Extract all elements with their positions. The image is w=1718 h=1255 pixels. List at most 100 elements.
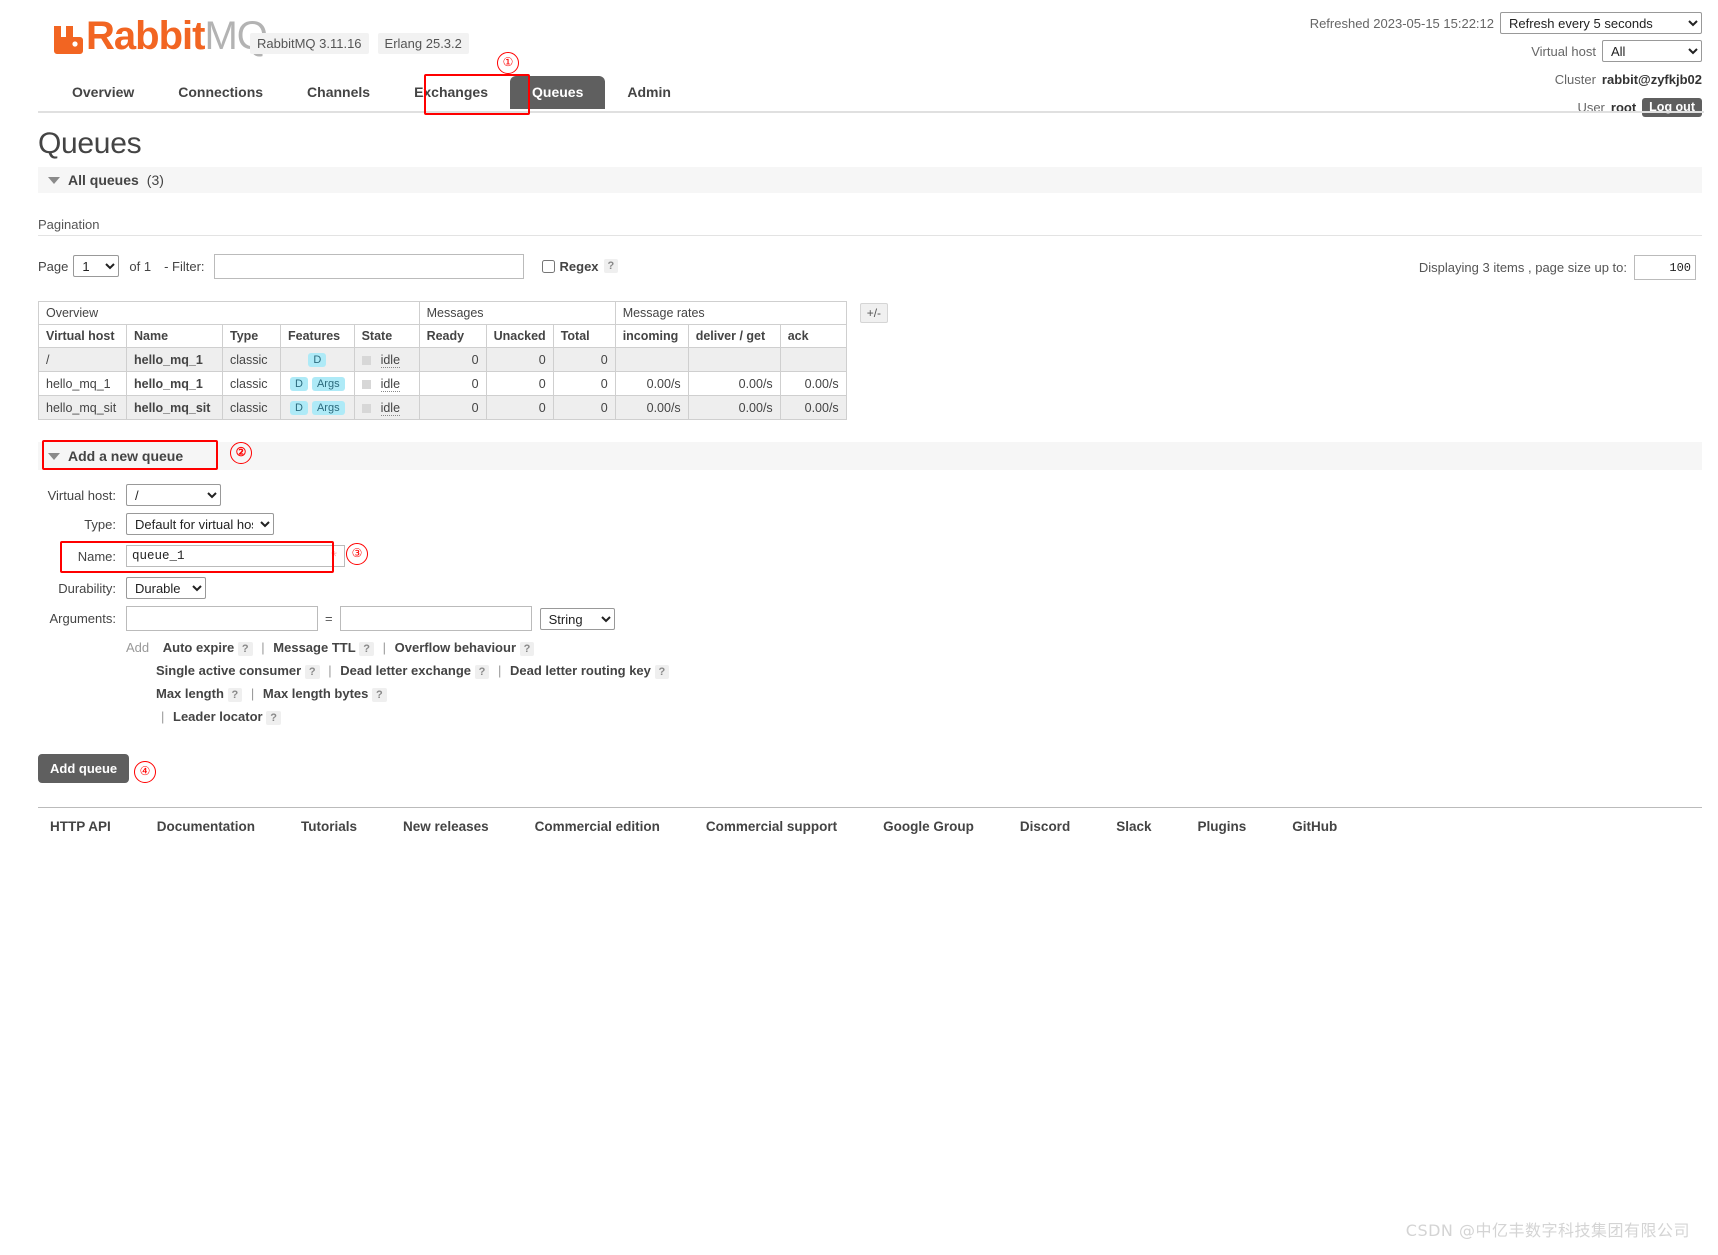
cell-queue-name[interactable]: hello_mq_1	[126, 347, 223, 372]
refresh-interval-select[interactable]: Refresh every 5 seconds	[1500, 12, 1702, 34]
footer-link-tutorials[interactable]: Tutorials	[301, 819, 357, 834]
footer-link-plugins[interactable]: Plugins	[1197, 819, 1246, 834]
column-incoming[interactable]: incoming	[614, 324, 689, 348]
footer-link-documentation[interactable]: Documentation	[157, 819, 255, 834]
logo-text-rabbit: Rabbit	[86, 14, 205, 58]
footer-link-github[interactable]: GitHub	[1292, 819, 1337, 834]
tab-channels[interactable]: Channels	[285, 76, 392, 109]
queue-name-input[interactable]	[127, 546, 327, 566]
filter-input[interactable]	[213, 253, 524, 279]
regex-toggle[interactable]: Regex ?	[541, 259, 619, 274]
footer-link-google-group[interactable]: Google Group	[883, 819, 974, 834]
argument-value-input[interactable]	[339, 606, 532, 631]
user-row: User root Log out	[1310, 96, 1702, 118]
footer-link-discord[interactable]: Discord	[1020, 819, 1070, 834]
preset-message-ttl[interactable]: Message TTL	[273, 640, 355, 655]
tab-queues[interactable]: Queues	[510, 76, 606, 109]
cell-virtual-host: /	[38, 347, 127, 372]
add-queue-section-header[interactable]: Add a new queue ②	[38, 440, 1702, 470]
footer-link-commercial-edition[interactable]: Commercial edition	[535, 819, 660, 834]
table-group-header-row: Overview Messages Message rates	[38, 301, 847, 325]
type-field-select[interactable]: Default for virtual host	[126, 513, 274, 535]
preset-dead-letter-exchange[interactable]: Dead letter exchange	[340, 663, 471, 678]
footer-link-slack[interactable]: Slack	[1116, 819, 1151, 834]
preset-max-length-bytes[interactable]: Max length bytes	[263, 686, 368, 701]
preset-single-active-consumer[interactable]: Single active consumer	[156, 663, 301, 678]
footer-link-http-api[interactable]: HTTP API	[50, 819, 111, 834]
table-row[interactable]: hello_mq_sit hello_mq_sit classic D Args …	[38, 395, 847, 420]
overflow-behaviour-help-icon[interactable]: ?	[519, 642, 535, 656]
column-ready[interactable]: Ready	[418, 324, 487, 348]
state-text: idle	[380, 400, 401, 416]
argument-type-select[interactable]: String	[539, 607, 615, 630]
max-length-help-icon[interactable]: ?	[227, 688, 243, 702]
single-active-consumer-help-icon[interactable]: ?	[304, 665, 320, 679]
page-title: Queues	[38, 127, 142, 160]
column-type[interactable]: Type	[222, 324, 281, 348]
page-size-input[interactable]	[1634, 255, 1696, 280]
separator: |	[250, 686, 255, 701]
cell-state: idle	[353, 395, 420, 420]
regex-checkbox[interactable]	[541, 259, 555, 273]
leader-locator-help-icon[interactable]: ?	[266, 711, 281, 725]
column-ack[interactable]: ack	[779, 324, 847, 348]
add-queue-button[interactable]: Add queue	[38, 754, 130, 783]
cell-queue-name[interactable]: hello_mq_sit	[126, 395, 223, 420]
dead-letter-routing-key-help-icon[interactable]: ?	[654, 665, 670, 679]
preset-dead-letter-routing-key[interactable]: Dead letter routing key	[510, 663, 651, 678]
preset-auto-expire[interactable]: Auto expire	[163, 640, 235, 655]
cell-state: idle	[353, 347, 420, 372]
form-row-name: Name: * ③	[0, 541, 1718, 573]
chevron-down-icon[interactable]	[48, 452, 60, 460]
auto-expire-help-icon[interactable]: ?	[237, 642, 253, 656]
displaying-info: Displaying 3 items , page size up to:	[1419, 255, 1696, 280]
form-row-virtual-host: Virtual host: /	[0, 484, 1718, 506]
preset-max-length[interactable]: Max length	[156, 686, 224, 701]
max-length-bytes-help-icon[interactable]: ?	[372, 688, 387, 702]
name-field-wrapper[interactable]: *	[126, 545, 345, 567]
dead-letter-exchange-help-icon[interactable]: ?	[474, 665, 490, 679]
argument-key-input[interactable]	[126, 606, 318, 631]
argument-presets: Add Auto expire ? | Message TTL ? | Over…	[126, 638, 1718, 728]
cell-queue-name[interactable]: hello_mq_1	[126, 371, 223, 396]
pagination-controls: Page 1 of 1 - Filter: Regex ? Displaying…	[38, 253, 1718, 280]
table-row[interactable]: hello_mq_1 hello_mq_1 classic D Args idle…	[38, 371, 847, 396]
column-features[interactable]: Features	[280, 324, 355, 348]
cell-features: D Args	[280, 371, 355, 396]
form-row-type: Type: Default for virtual host	[0, 513, 1718, 535]
toggle-columns-button[interactable]: +/-	[859, 303, 889, 323]
column-virtual-host[interactable]: Virtual host	[38, 324, 127, 348]
tab-exchanges[interactable]: Exchanges	[392, 76, 510, 109]
all-queues-section-header[interactable]: All queues (3)	[38, 167, 1702, 193]
footer-link-commercial-support[interactable]: Commercial support	[706, 819, 837, 834]
preset-leader-locator[interactable]: Leader locator	[173, 709, 263, 724]
column-name[interactable]: Name	[126, 324, 223, 348]
table-row[interactable]: / hello_mq_1 classic D idle 0 0 0	[38, 347, 847, 372]
footer-link-new-releases[interactable]: New releases	[403, 819, 489, 834]
page-label: Page	[38, 258, 69, 274]
log-out-button[interactable]: Log out	[1642, 97, 1702, 117]
state-text: idle	[380, 352, 401, 368]
column-total[interactable]: Total	[552, 324, 616, 348]
cell-unacked: 0	[485, 395, 554, 420]
page-select[interactable]: 1	[73, 255, 120, 277]
arguments-field-label: Arguments:	[49, 611, 116, 626]
preset-overflow-behaviour[interactable]: Overflow behaviour	[395, 640, 516, 655]
column-deliver-get[interactable]: deliver / get	[687, 324, 781, 348]
virtual-host-select[interactable]: All	[1602, 40, 1702, 62]
tab-admin[interactable]: Admin	[605, 76, 693, 109]
refresh-row: Refreshed 2023-05-15 15:22:12 Refresh ev…	[1310, 12, 1702, 34]
column-unacked[interactable]: Unacked	[485, 324, 554, 348]
annotation-marker-2: ②	[230, 442, 252, 464]
tab-overview[interactable]: Overview	[50, 76, 156, 109]
virtual-host-field-select[interactable]: /	[126, 484, 221, 506]
column-state[interactable]: State	[353, 324, 420, 348]
message-ttl-help-icon[interactable]: ?	[359, 642, 374, 656]
pagination-section-label: Pagination	[38, 217, 100, 232]
add-argument-label[interactable]: Add	[126, 640, 149, 655]
chevron-down-icon[interactable]	[48, 176, 60, 184]
separator: |	[261, 640, 265, 655]
regex-help-icon[interactable]: ?	[603, 259, 619, 273]
durability-field-select[interactable]: Durable	[126, 577, 206, 599]
tab-connections[interactable]: Connections	[156, 76, 285, 109]
